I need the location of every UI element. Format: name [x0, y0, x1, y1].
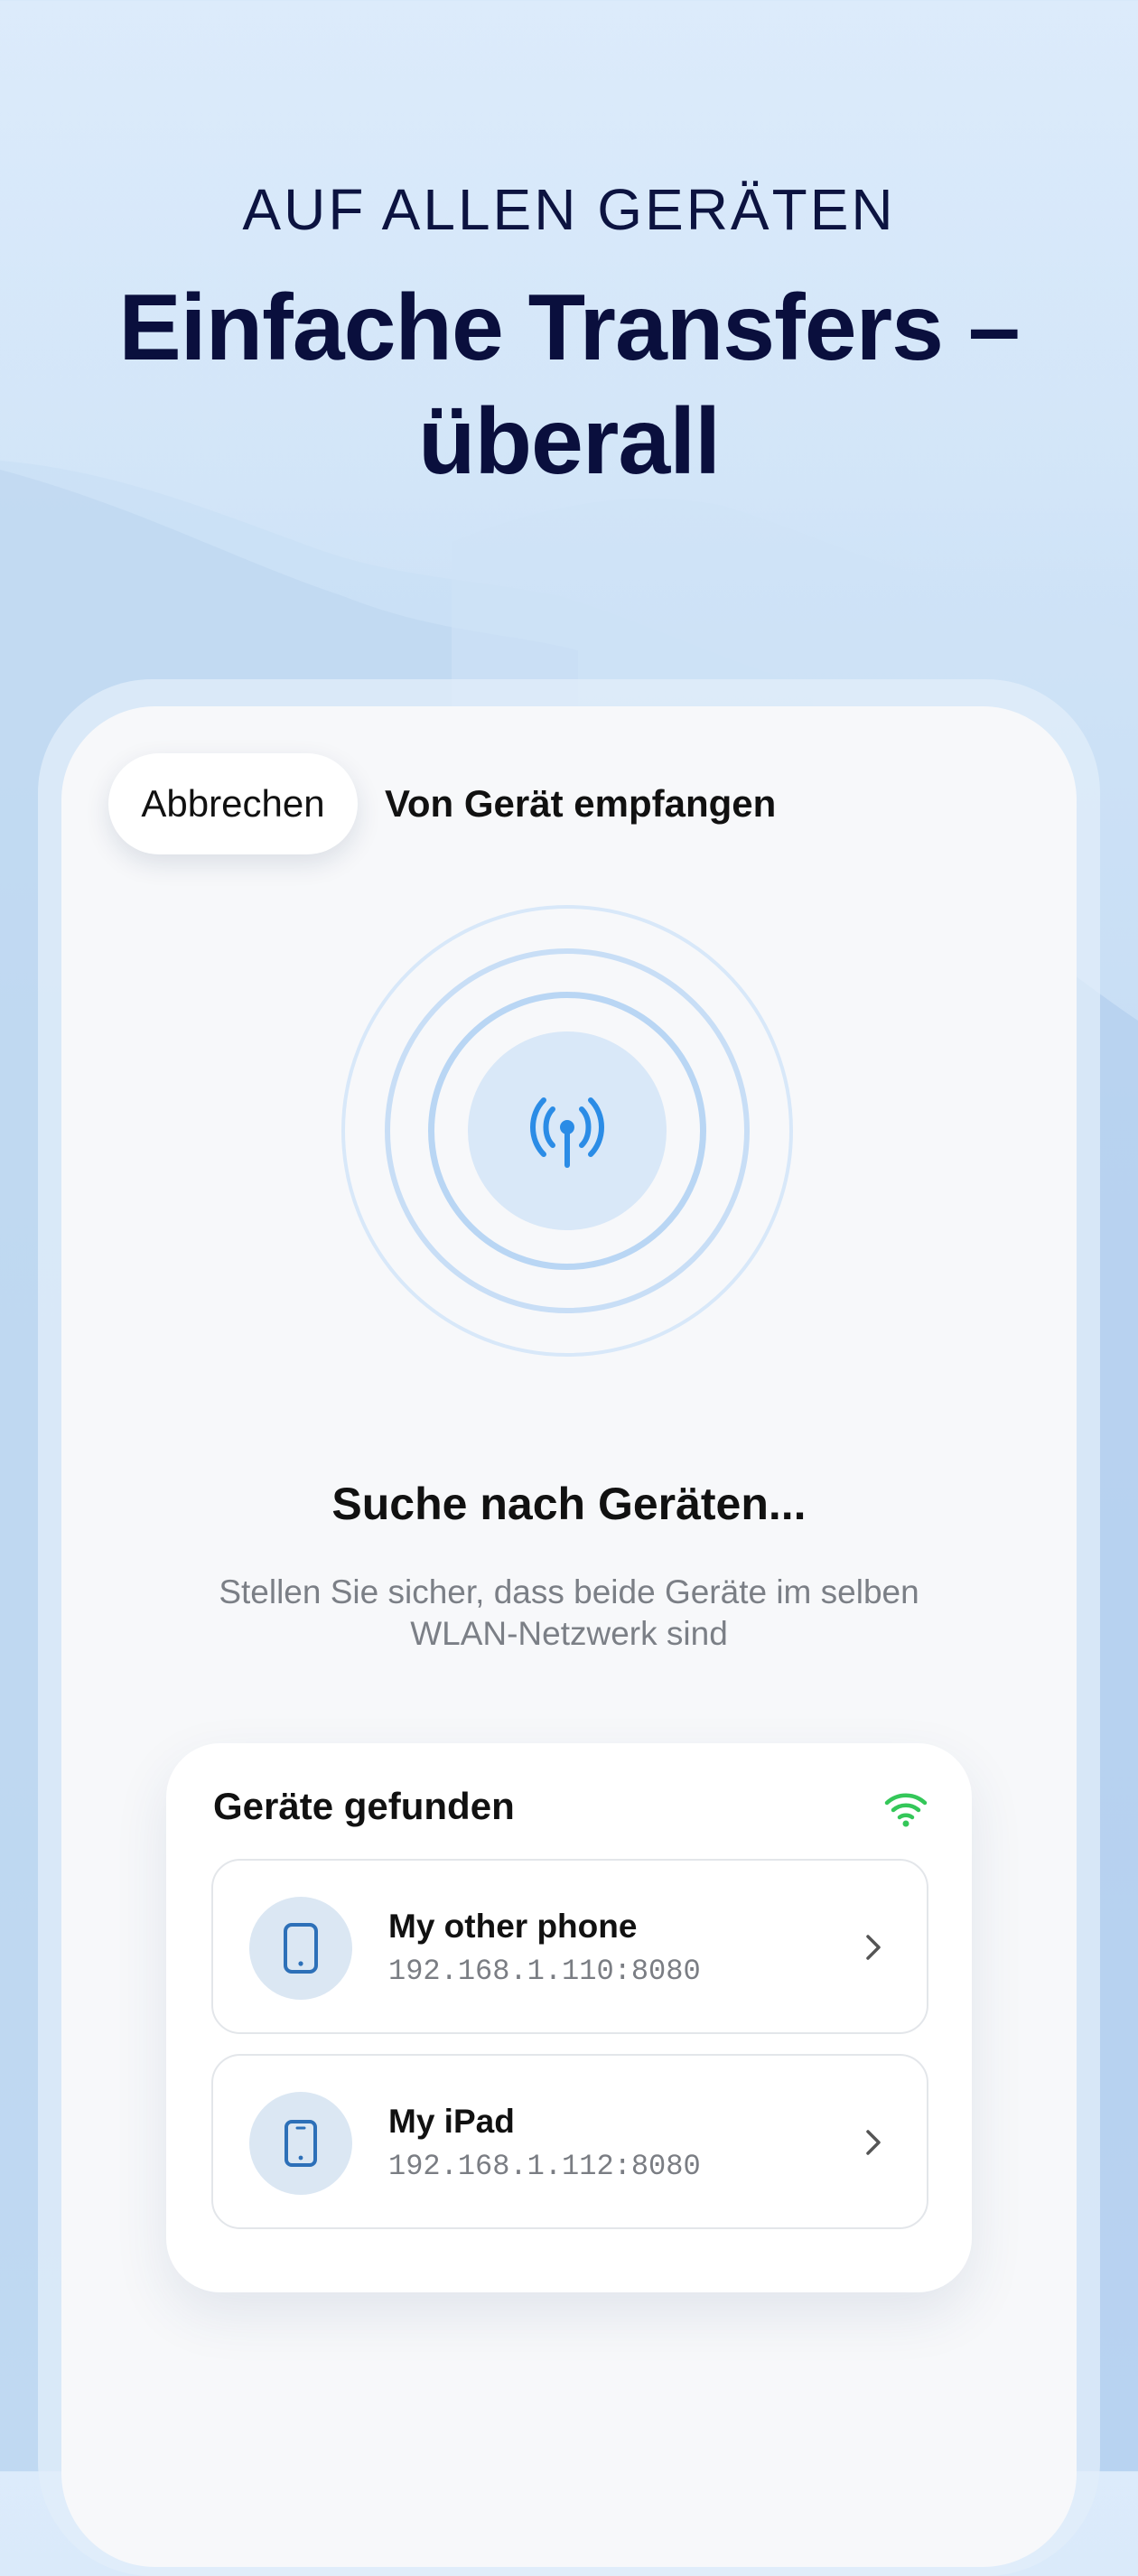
chevron-right-icon — [866, 2130, 881, 2155]
chevron-right-icon — [866, 1935, 881, 1960]
broadcast-antenna-icon — [530, 1097, 604, 1168]
phone-icon — [284, 1923, 318, 1974]
device-address: 192.168.1.110:8080 — [388, 1955, 701, 1988]
hero-headline-line1: Einfache Transfers – — [118, 275, 1020, 380]
status-subtitle: Stellen Sie sicher, dass beide Geräte im… — [219, 1573, 919, 1652]
devices-found-card: Geräte gefunden My other phone 192.168.1… — [166, 1743, 972, 2292]
device-address: 192.168.1.112:8080 — [388, 2150, 701, 2183]
devices-card-title: Geräte gefunden — [213, 1785, 515, 1827]
hero-headline-line2: überall — [418, 389, 721, 494]
radar-animation — [341, 905, 793, 1357]
device-name: My iPad — [388, 2103, 515, 2140]
device-avatar — [249, 1897, 352, 2000]
device-row-my-ipad[interactable]: My iPad 192.168.1.112:8080 — [211, 2054, 928, 2229]
hero-kicker: AUF ALLEN GERÄTEN — [242, 177, 896, 242]
wifi-icon — [884, 1793, 928, 1827]
radar-core — [468, 1031, 667, 1230]
device-row-my-other-phone[interactable]: My other phone 192.168.1.110:8080 — [211, 1859, 928, 2034]
status-title: Suche nach Geräten... — [331, 1479, 807, 1529]
hero-headline: Einfache Transfers – überall — [0, 271, 1138, 499]
device-avatar — [249, 2092, 352, 2195]
device-name: My other phone — [388, 1908, 638, 1945]
screen-title: Von Gerät empfangen — [385, 782, 777, 825]
phone-screen: Abbrechen Von Gerät empfangen Suche nach… — [61, 706, 1077, 2567]
cancel-button[interactable]: Abbrechen — [108, 753, 358, 854]
tablet-icon — [284, 2120, 317, 2167]
